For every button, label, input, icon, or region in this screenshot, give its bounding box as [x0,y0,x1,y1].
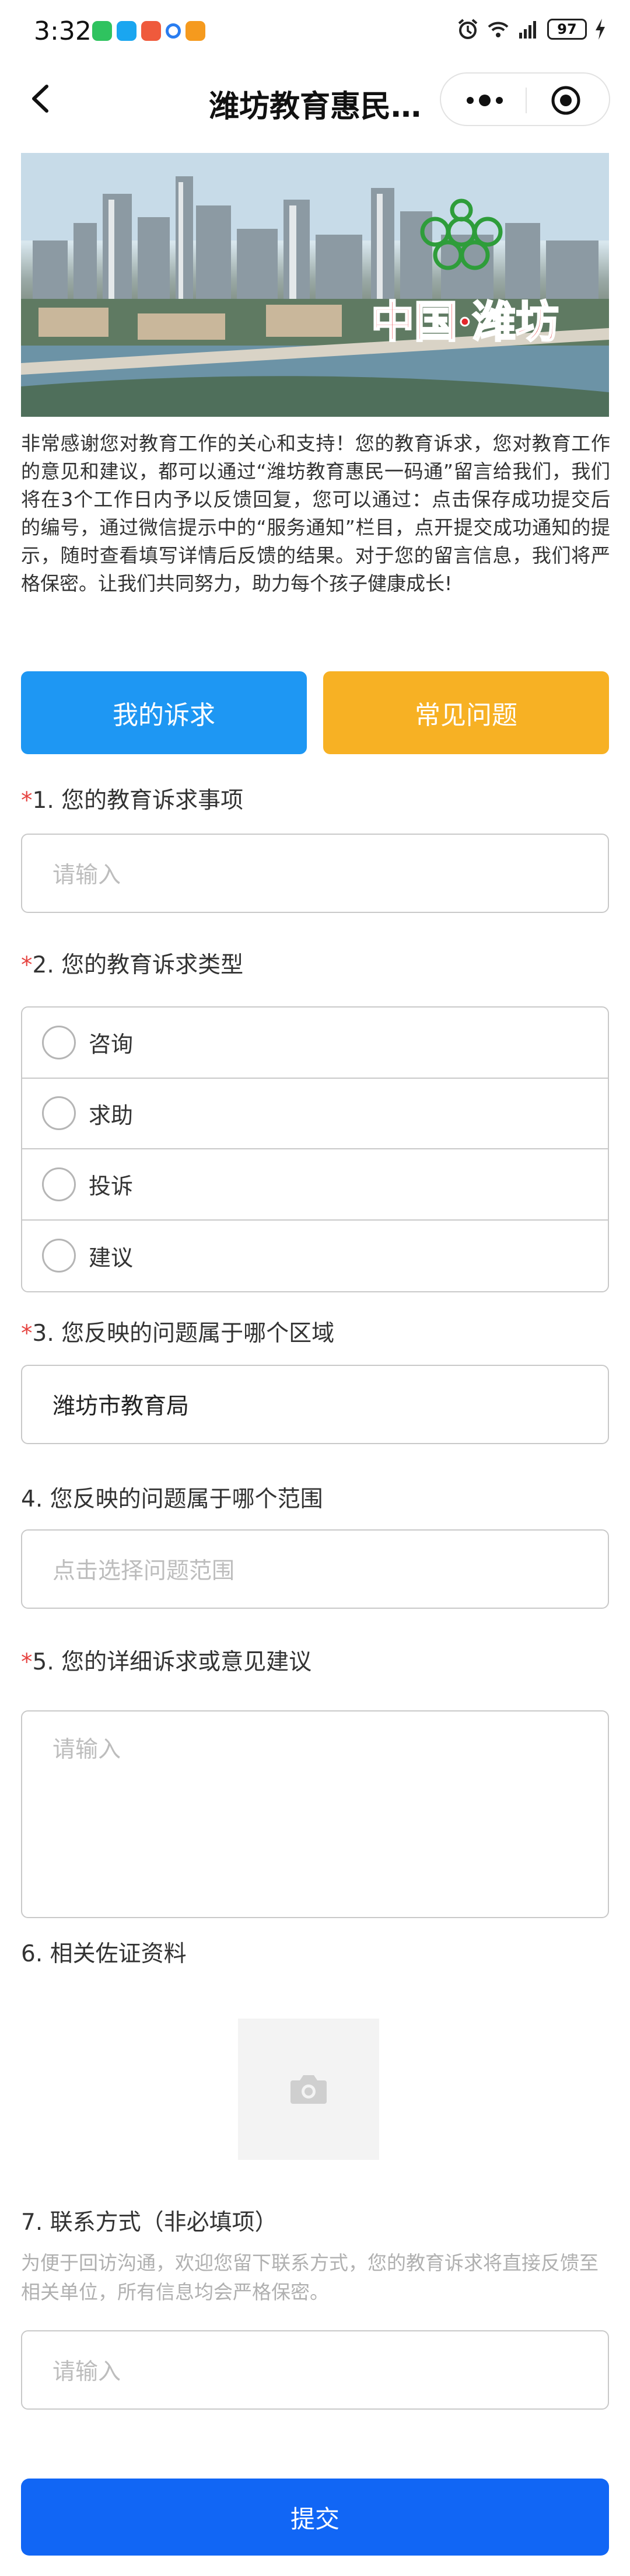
question-5-text: 5. 您的详细诉求或意见建议 [32,1649,312,1675]
status-time: 3:32 [34,16,92,46]
required-mark: * [21,1320,33,1347]
wechat-icon [92,21,112,41]
appeal-type-radio-group: 咨询 求助 投诉 建议 [21,1006,609,1292]
question-4-text: 4. 您反映的问题属于哪个范围 [21,1486,323,1512]
detail-textarea[interactable]: 请输入 [21,1710,609,1918]
appeal-item-placeholder: 请输入 [52,862,121,888]
contact-placeholder: 请输入 [52,2359,121,2385]
close-mini-program-icon[interactable] [550,84,582,117]
region-select[interactable]: 潍坊市教育局 [21,1365,609,1444]
question-3-text: 3. 您反映的问题属于哪个区域 [32,1320,335,1347]
status-bar: 3:32 97 [0,0,630,64]
question-2-label: *2. 您的教育诉求类型 [21,947,243,979]
question-5-label: *5. 您的详细诉求或意见建议 [21,1644,312,1676]
required-mark: * [21,952,33,978]
signal-icon [519,21,536,39]
radio-circle-icon [42,1096,76,1131]
status-app-icons [92,21,205,41]
question-6-text: 6. 相关佐证资料 [21,1941,187,1967]
question-4-label: 4. 您反映的问题属于哪个范围 [21,1481,323,1514]
question-3-label: *3. 您反映的问题属于哪个区域 [21,1315,334,1348]
ring-icon [166,23,181,39]
radio-option-complaint[interactable]: 投诉 [22,1149,608,1221]
radio-circle-icon [42,1025,76,1059]
question-1-label: *1. 您的教育诉求事项 [21,782,243,815]
radio-label: 求助 [89,1102,134,1128]
radio-label: 咨询 [89,1031,134,1058]
upload-image-button[interactable] [238,2019,379,2160]
question-7-label: 7. 联系方式（非必填项） [21,2204,278,2237]
alarm-icon [458,19,478,39]
chat-bubble-icon [117,21,136,41]
appeal-item-input[interactable]: 请输入 [21,834,609,913]
city-banner-image: 中国·潍坊 [21,153,609,417]
submit-button[interactable]: 提交 [21,2479,609,2556]
required-mark: * [21,787,33,814]
required-mark: * [21,1649,33,1675]
contact-input[interactable]: 请输入 [21,2330,609,2410]
question-6-label: 6. 相关佐证资料 [21,1936,187,1968]
mini-program-capsule [440,72,610,126]
detail-placeholder: 请输入 [52,1737,121,1763]
wifi-icon [488,22,509,37]
more-dot-icon [467,97,474,104]
city-skyline-illustration: 中国·潍坊 [21,153,609,417]
radio-option-help[interactable]: 求助 [22,1079,608,1149]
radio-option-suggestion[interactable]: 建议 [22,1221,608,1292]
red-app-icon [141,21,161,41]
question-1-text: 1. 您的教育诉求事项 [32,787,244,814]
question-7-text: 7. 联系方式（非必填项） [21,2209,278,2236]
back-arrow-icon[interactable] [21,78,62,119]
status-indicators: 97 [456,18,607,41]
faq-button[interactable]: 常见问题 [323,671,609,754]
radio-label: 建议 [89,1245,134,1271]
navigation-bar: 潍坊教育惠民… [0,64,630,134]
region-value: 潍坊市教育局 [52,1393,190,1420]
scope-placeholder: 点击选择问题范围 [52,1558,235,1584]
intro-paragraph: 非常感谢您对教育工作的关心和支持！您的教育诉求，您对教育工作的意见和建议，都可以… [21,432,610,595]
more-dot-icon [496,97,503,104]
radio-label: 投诉 [89,1173,134,1200]
charging-icon [596,19,605,40]
radio-circle-icon [42,1239,76,1273]
banner-slogan: 中国·潍坊 [371,297,559,347]
radio-circle-icon [42,1167,76,1201]
more-dot-icon [479,95,491,106]
radio-option-consult[interactable]: 咨询 [22,1008,608,1079]
my-appeals-button[interactable]: 我的诉求 [21,671,307,754]
contact-hint: 为便于回访沟通，欢迎您留下联系方式，您的教育诉求将直接反馈至相关单位，所有信息均… [21,2251,598,2303]
page-title: 潍坊教育惠民… [208,89,421,124]
orange-app-icon [186,21,205,41]
scope-select[interactable]: 点击选择问题范围 [21,1529,609,1609]
battery-indicator: 97 [547,19,587,40]
action-button-row: 我的诉求 常见问题 [21,671,609,754]
capsule-divider [526,88,527,113]
question-2-text: 2. 您的教育诉求类型 [32,952,244,978]
camera-icon [290,2075,327,2104]
more-options-button[interactable] [459,86,511,114]
